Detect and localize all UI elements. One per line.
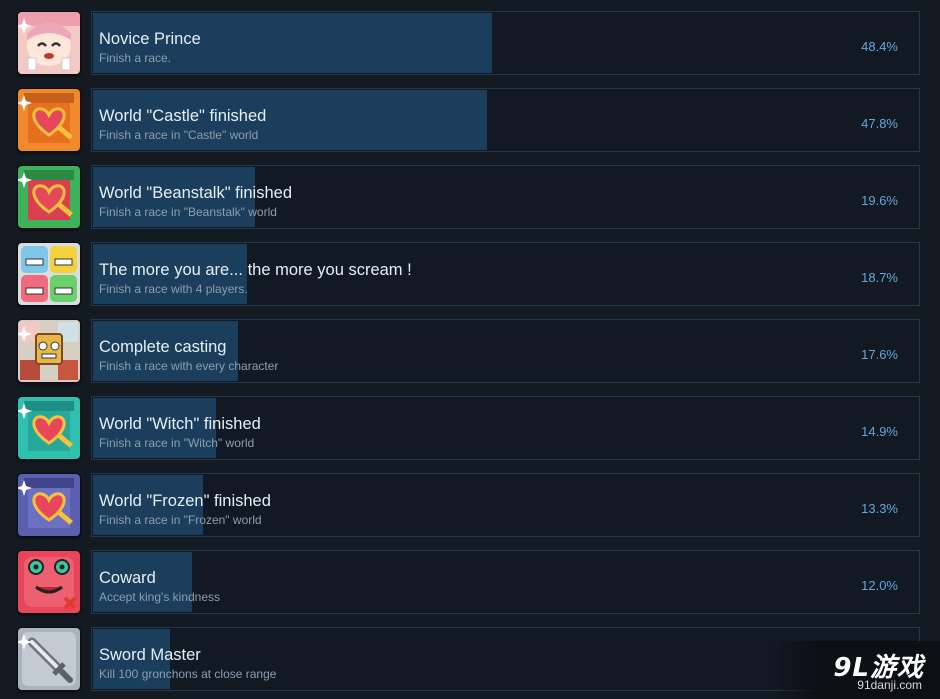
- sword-icon: [18, 628, 80, 690]
- achievement-title: World "Witch" finished: [99, 415, 261, 433]
- achievement-card: Complete casting Finish a race with ever…: [91, 319, 920, 383]
- achievement-description: Kill 100 gronchons at close range: [99, 667, 277, 681]
- achievement-percent: 13.3%: [861, 501, 898, 516]
- achievement-description: Finish a race.: [99, 51, 172, 65]
- achievement-title: Complete casting: [99, 338, 227, 356]
- achievement-percent: 19.6%: [861, 193, 898, 208]
- achievement-card: Novice Prince Finish a race. 48.4%: [91, 11, 920, 75]
- frozen-key-icon: [18, 474, 80, 536]
- achievement-percent: 48.4%: [861, 39, 898, 54]
- achievement-card: The more you are... the more you scream …: [91, 242, 920, 306]
- achievement-percent: 47.8%: [861, 116, 898, 131]
- achievement-card: World "Witch" finished Finish a race in …: [91, 396, 920, 460]
- site-watermark: 9L游戏 91danji.com: [770, 641, 940, 699]
- coward-frog-icon: [18, 551, 80, 613]
- achievement-card: Coward Accept king's kindness 12.0%: [91, 550, 920, 614]
- achievement-row: Coward Accept king's kindness 12.0%: [0, 550, 940, 615]
- achievement-row: World "Castle" finished Finish a race in…: [0, 88, 940, 153]
- achievement-row: The more you are... the more you scream …: [0, 242, 940, 307]
- achievement-percent: 12.0%: [861, 578, 898, 593]
- achievement-title: Coward: [99, 569, 156, 587]
- beanstalk-key-icon: [18, 166, 80, 228]
- achievement-description: Accept king's kindness: [99, 590, 221, 604]
- watermark-url: 91danji.com: [857, 678, 922, 692]
- achievement-percent: 14.9%: [861, 424, 898, 439]
- achievement-description: Finish a race with every character: [99, 359, 279, 373]
- achievement-row: World "Beanstalk" finished Finish a race…: [0, 165, 940, 230]
- achievement-title: World "Castle" finished: [99, 107, 267, 125]
- achievement-title: The more you are... the more you scream …: [99, 261, 412, 279]
- four-players-icon: [18, 243, 80, 305]
- achievement-description: Finish a race in "Witch" world: [99, 436, 255, 450]
- novice-prince-icon: [18, 12, 80, 74]
- castle-key-icon: [18, 89, 80, 151]
- achievement-row: World "Frozen" finished Finish a race in…: [0, 473, 940, 538]
- achievement-description: Finish a race with 4 players.: [99, 282, 248, 296]
- achievement-description: Finish a race in "Frozen" world: [99, 513, 262, 527]
- achievement-percent: 18.7%: [861, 270, 898, 285]
- achievement-title: World "Beanstalk" finished: [99, 184, 293, 202]
- achievement-card: World "Beanstalk" finished Finish a race…: [91, 165, 920, 229]
- achievement-title: Sword Master: [99, 646, 201, 664]
- characters-icon: [18, 320, 80, 382]
- achievement-title: Novice Prince: [99, 30, 201, 48]
- achievement-row: Novice Prince Finish a race. 48.4%: [0, 11, 940, 76]
- achievement-description: Finish a race in "Castle" world: [99, 128, 259, 142]
- achievement-row: World "Witch" finished Finish a race in …: [0, 396, 940, 461]
- witch-key-icon: [18, 397, 80, 459]
- achievement-row: Complete casting Finish a race with ever…: [0, 319, 940, 384]
- achievement-description: Finish a race in "Beanstalk" world: [99, 205, 277, 219]
- achievement-card: World "Frozen" finished Finish a race in…: [91, 473, 920, 537]
- achievement-card: World "Castle" finished Finish a race in…: [91, 88, 920, 152]
- achievement-percent: 17.6%: [861, 347, 898, 362]
- achievement-title: World "Frozen" finished: [99, 492, 271, 510]
